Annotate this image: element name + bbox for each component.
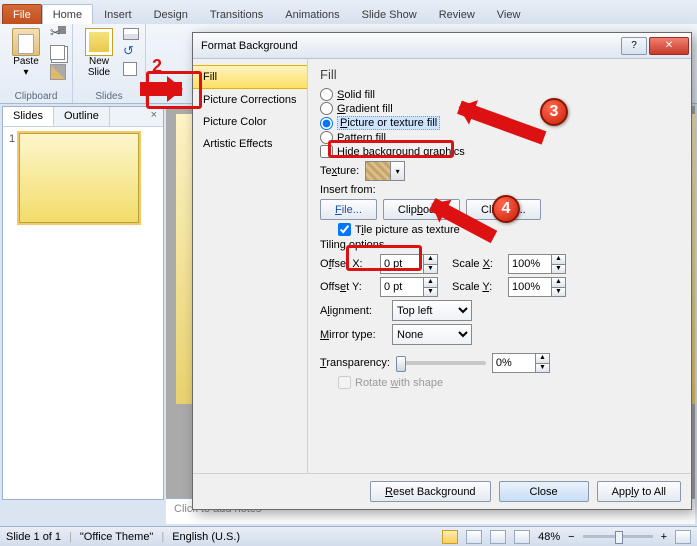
radio-gradient-fill[interactable] [320,102,333,115]
group-label-clipboard: Clipboard [6,90,66,103]
group-slides: New Slide Slides [73,24,146,103]
nav-picture-corrections[interactable]: Picture Corrections [193,89,307,111]
dialog-close-button[interactable]: ✕ [649,37,689,55]
dialog-footer: Reset Background Close Apply to All [193,473,691,509]
texture-dropdown[interactable]: ▾ [391,161,405,181]
mirror-label: Mirror type: [320,329,386,341]
reset-background-button[interactable]: Reset Background [370,481,491,502]
nav-fill[interactable]: Fill [193,65,307,89]
check-rotate-with-shape [338,376,351,389]
status-bar: Slide 1 of 1| "Office Theme"| English (U… [0,526,697,546]
texture-label: Texture: [320,165,359,177]
zoom-out-icon[interactable]: − [568,531,574,543]
annotation-number-4: 4 [492,195,520,223]
tab-insert[interactable]: Insert [93,4,143,24]
tab-animations[interactable]: Animations [274,4,350,24]
label-tile-picture: Tile picture as texture [355,224,460,236]
new-slide-icon [85,28,113,56]
slides-pane: Slides Outline × 1 [2,106,164,500]
tab-slideshow[interactable]: Slide Show [351,4,428,24]
check-tile-picture[interactable] [338,223,351,236]
menu-tabs: File Home Insert Design Transitions Anim… [0,0,697,24]
slide-thumbnail-1[interactable] [19,133,139,223]
insert-file-button[interactable]: File... [320,199,377,220]
tab-design[interactable]: Design [143,4,199,24]
insert-from-label: Insert from: [320,184,376,196]
label-solid-fill: Solid fill [337,89,375,101]
mirror-select[interactable]: None [392,324,472,345]
tab-home[interactable]: Home [42,4,93,24]
view-reading-button[interactable] [490,530,506,544]
paste-button[interactable]: Paste ▾ [6,26,46,78]
close-button[interactable]: Close [499,481,589,502]
status-zoom: 48% [538,531,560,543]
fit-to-window-button[interactable] [675,530,691,544]
status-language: English (U.S.) [172,531,240,543]
offset-y-label: Offset Y: [320,281,374,293]
pane-tab-outline[interactable]: Outline [54,107,110,126]
dialog-nav: Fill Picture Corrections Picture Color A… [193,59,308,473]
zoom-in-icon[interactable]: + [661,531,667,543]
tab-view[interactable]: View [486,4,532,24]
texture-swatch [365,161,391,181]
layout-icon[interactable] [123,28,139,40]
transparency-slider[interactable] [396,361,486,365]
annotation-number-3: 3 [540,98,568,126]
label-gradient-fill: Gradient fill [337,103,393,115]
offset-y-input[interactable]: ▲▼ [380,277,438,297]
tab-transitions[interactable]: Transitions [199,4,274,24]
thumb-number: 1 [9,133,15,223]
apply-to-all-button[interactable]: Apply to All [597,481,681,502]
new-slide-label: New Slide [88,56,110,78]
scale-y-label: Scale Y: [452,281,502,293]
status-slide-number: Slide 1 of 1 [6,531,61,543]
annotation-box-file-button [346,245,422,271]
dialog-title: Format Background [201,40,619,52]
format-painter-icon[interactable] [50,64,66,80]
pane-tab-slides[interactable]: Slides [3,107,54,126]
scale-x-input[interactable]: ▲▼ [508,254,566,274]
transparency-label: Transparency: [320,357,390,369]
label-picture-fill: Picture or texture fill [337,116,440,130]
radio-solid-fill[interactable] [320,88,333,101]
nav-picture-color[interactable]: Picture Color [193,111,307,133]
paste-icon [12,28,40,56]
paste-dropdown-icon[interactable]: ▾ [23,67,28,78]
dialog-titlebar[interactable]: Format Background ? ✕ [193,33,691,59]
section-icon[interactable] [123,62,137,76]
pane-close-icon[interactable]: × [145,107,163,126]
new-slide-button[interactable]: New Slide [79,26,119,78]
scale-x-label: Scale X: [452,258,502,270]
status-theme: "Office Theme" [80,531,153,543]
group-clipboard: Paste ▾ Clipboard [0,24,73,103]
nav-artistic-effects[interactable]: Artistic Effects [193,133,307,155]
format-background-dialog: Format Background ? ✕ Fill Picture Corre… [192,32,692,510]
cut-icon[interactable] [50,26,66,42]
transparency-input[interactable]: ▲▼ [492,353,550,373]
view-sorter-button[interactable] [466,530,482,544]
annotation-box-picture-fill [328,140,454,158]
scale-y-input[interactable]: ▲▼ [508,277,566,297]
paste-label: Paste [13,56,39,67]
copy-icon[interactable] [50,45,66,61]
view-slideshow-button[interactable] [514,530,530,544]
group-label-slides: Slides [79,90,139,103]
view-normal-button[interactable] [442,530,458,544]
annotation-arrow-fill [140,82,182,96]
tab-review[interactable]: Review [428,4,486,24]
alignment-label: Alignment: [320,305,386,317]
zoom-slider[interactable] [583,535,653,538]
label-rotate-with-shape: Rotate with shape [355,377,443,389]
dialog-help-button[interactable]: ? [621,37,647,55]
radio-picture-fill[interactable] [320,117,333,130]
alignment-select[interactable]: Top left [392,300,472,321]
reset-icon[interactable] [123,43,139,59]
tab-file[interactable]: File [2,4,42,24]
fill-heading: Fill [320,67,679,82]
